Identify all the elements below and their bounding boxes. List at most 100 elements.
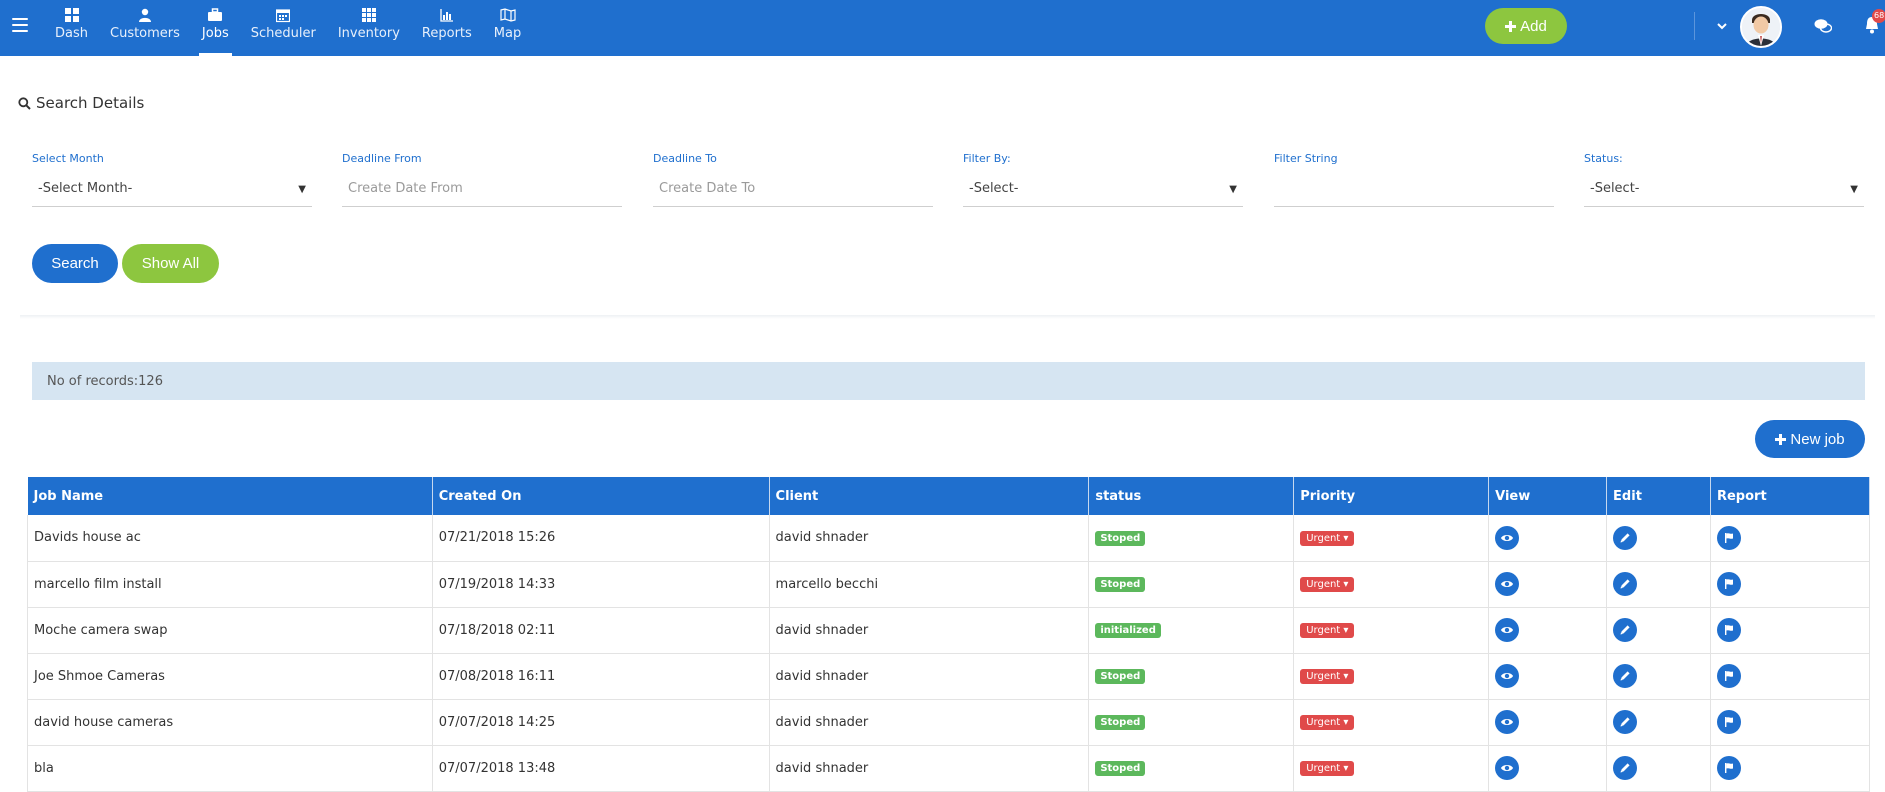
deadline-from-input[interactable]: Create Date From (342, 175, 622, 207)
priority-dropdown[interactable]: Urgent ▾ (1300, 715, 1355, 730)
report-button[interactable] (1716, 710, 1741, 734)
status-badge: Stoped (1095, 761, 1146, 776)
priority-dropdown[interactable]: Urgent ▾ (1300, 530, 1355, 546)
eye-icon (1501, 581, 1514, 587)
view-button[interactable] (1495, 664, 1520, 688)
field-label: Deadline From (342, 152, 422, 165)
caret-down-icon: ▾ (1343, 717, 1349, 728)
created-on-cell: 07/08/2018 16:11 (432, 653, 770, 700)
table-body: Davids house ac 07/21/2018 15:26 david shn… (27, 515, 1871, 792)
chat-icon[interactable] (1814, 18, 1832, 34)
search-button[interactable]: Search (32, 244, 118, 283)
view-cell (1488, 745, 1608, 792)
report-cell (1710, 653, 1871, 700)
view-button[interactable] (1495, 618, 1520, 642)
status-badge: Stoped (1095, 530, 1146, 546)
show-all-button[interactable]: Show All (122, 244, 219, 283)
chevron-down-icon[interactable] (1716, 20, 1728, 32)
job-name: bla (34, 760, 54, 776)
status-badge: Stoped (1095, 715, 1146, 730)
nav-item-label: Dash (55, 26, 88, 41)
select-month-dropdown[interactable]: -Select Month- ▼ (32, 175, 312, 207)
column-header-created-on[interactable]: Created On (432, 477, 770, 515)
job-name: Davids house ac (34, 530, 141, 546)
nav-item-label: Jobs (201, 26, 229, 41)
flag-icon (1724, 763, 1733, 773)
view-cell (1488, 699, 1608, 746)
nav-item-dash[interactable]: Dash (44, 0, 99, 56)
edit-button[interactable] (1613, 710, 1638, 734)
report-button[interactable] (1716, 572, 1741, 596)
eye-icon (1501, 627, 1514, 633)
priority-label: Urgent (1306, 579, 1341, 590)
priority-dropdown[interactable]: Urgent ▾ (1300, 761, 1355, 776)
edit-button[interactable] (1613, 756, 1638, 780)
eye-icon (1501, 534, 1514, 541)
nav-item-jobs[interactable]: Jobs (191, 0, 240, 56)
edit-button[interactable] (1613, 664, 1638, 688)
pencil-icon (1620, 533, 1630, 543)
client-cell: david shnader (769, 699, 1090, 746)
add-button[interactable]: Add (1485, 8, 1567, 44)
eye-icon (1501, 673, 1514, 679)
column-header-client[interactable]: Client (769, 477, 1090, 515)
dropdown-arrow-icon: ▼ (1229, 184, 1237, 195)
priority-cell: Urgent ▾ (1293, 653, 1490, 700)
priority-dropdown[interactable]: Urgent ▾ (1300, 669, 1355, 684)
status-badge: Stoped (1095, 669, 1146, 684)
report-cell (1710, 561, 1871, 608)
job-name: Joe Shmoe Cameras (34, 668, 165, 684)
avatar[interactable] (1740, 6, 1782, 48)
column-header-job-name[interactable]: Job Name (27, 477, 433, 515)
client-name: david shnader (775, 622, 869, 638)
report-cell (1710, 607, 1871, 654)
new-job-button[interactable]: New job (1755, 420, 1865, 458)
edit-button[interactable] (1613, 618, 1638, 642)
field-value: -Select- (969, 181, 1019, 196)
priority-cell: Urgent ▾ (1293, 515, 1490, 562)
view-button[interactable] (1495, 710, 1520, 734)
priority-label: Urgent (1306, 671, 1341, 682)
job-name: Moche camera swap (34, 622, 168, 638)
edit-button[interactable] (1613, 572, 1638, 596)
status-cell: Stoped (1088, 653, 1295, 700)
nav-item-scheduler[interactable]: Scheduler (240, 0, 327, 56)
field-value: -Select Month- (38, 181, 133, 196)
records-count-bar: No of records:126 (32, 362, 1865, 400)
job-name: marcello film install (34, 576, 162, 592)
filter-by-dropdown[interactable]: -Select- ▼ (963, 175, 1243, 207)
view-button[interactable] (1495, 525, 1520, 550)
status-dropdown[interactable]: -Select- ▼ (1584, 175, 1864, 207)
priority-dropdown[interactable]: Urgent ▾ (1300, 577, 1355, 592)
column-header-view: View (1488, 477, 1608, 515)
created-on: 07/07/2018 14:25 (438, 714, 556, 730)
client-cell: marcello becchi (769, 561, 1090, 608)
column-header-priority[interactable]: Priority (1293, 477, 1490, 515)
job-name-cell: Davids house ac (27, 515, 433, 562)
report-button[interactable] (1716, 756, 1741, 780)
table-header: Job Name Created On Client status Priori… (27, 477, 1871, 515)
nav-item-label: Customers (110, 26, 180, 41)
report-button[interactable] (1716, 664, 1741, 688)
deadline-to-input[interactable]: Create Date To (653, 175, 933, 207)
nav-item-inventory[interactable]: Inventory (327, 0, 411, 56)
column-header-edit: Edit (1606, 477, 1711, 515)
caret-down-icon: ▾ (1343, 579, 1349, 590)
client-cell: david shnader (769, 515, 1090, 562)
user-icon (138, 8, 151, 22)
edit-button[interactable] (1613, 525, 1638, 550)
nav-item-customers[interactable]: Customers (99, 0, 191, 56)
report-button[interactable] (1716, 618, 1741, 642)
table-row: Moche camera swap 07/18/2018 02:11 david s… (27, 607, 1871, 654)
filter-string-input[interactable] (1274, 175, 1554, 207)
nav-item-reports[interactable]: Reports (411, 0, 483, 56)
map-icon (499, 8, 516, 22)
column-header-status[interactable]: status (1088, 477, 1295, 515)
report-button[interactable] (1716, 525, 1741, 550)
priority-cell: Urgent ▾ (1293, 561, 1490, 608)
priority-dropdown[interactable]: Urgent ▾ (1300, 623, 1355, 638)
nav-item-map[interactable]: Map (483, 0, 532, 56)
menu-icon[interactable] (12, 18, 28, 32)
view-button[interactable] (1495, 756, 1520, 780)
view-button[interactable] (1495, 572, 1520, 596)
